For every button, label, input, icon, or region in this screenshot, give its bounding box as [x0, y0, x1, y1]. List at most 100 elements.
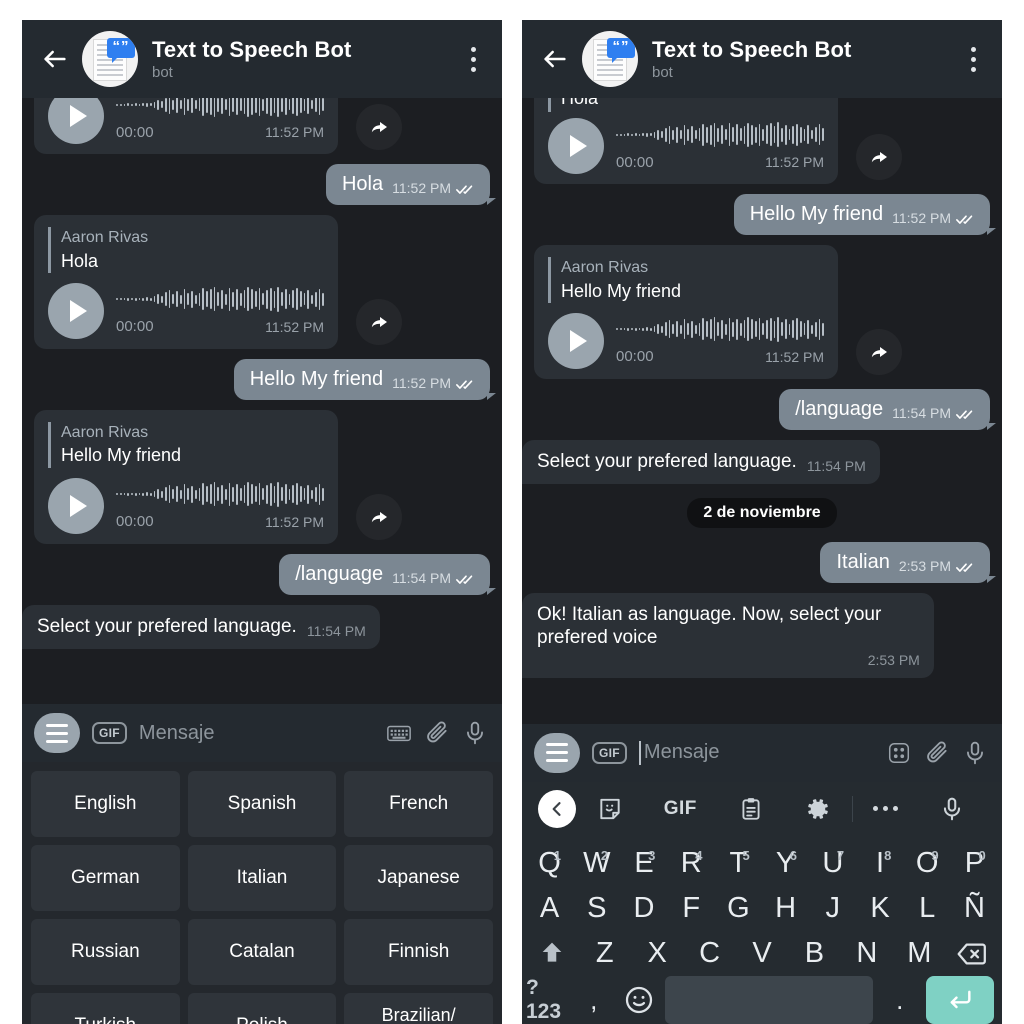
- comma-key[interactable]: ,: [571, 976, 616, 1024]
- key-o[interactable]: O9: [904, 842, 951, 887]
- key-c[interactable]: C: [683, 931, 735, 976]
- chevron-left-icon[interactable]: [538, 789, 576, 828]
- language-button[interactable]: Turkish: [31, 993, 180, 1024]
- keyboard-row-3[interactable]: ZXCVBNM: [526, 931, 998, 976]
- outgoing-bubble[interactable]: /language 11:54 PM: [279, 553, 496, 595]
- keyboard-row-1[interactable]: Q1W2E3R4T5Y6U7I8O9P0: [526, 842, 998, 887]
- key-p[interactable]: P0: [951, 842, 998, 887]
- kebab-menu-icon[interactable]: [958, 39, 988, 79]
- key-d[interactable]: D: [620, 886, 667, 931]
- incoming-bubble[interactable]: Select your prefered language. 11:54 PM: [522, 439, 880, 484]
- avatar[interactable]: “”: [582, 31, 638, 87]
- kebab-menu-icon[interactable]: [458, 39, 488, 79]
- key-l[interactable]: L: [904, 886, 951, 931]
- message-composer-right[interactable]: GIF Mensaje: [522, 723, 1002, 782]
- language-button[interactable]: Spanish: [187, 771, 337, 837]
- language-button[interactable]: Finnish: [344, 919, 493, 985]
- language-button[interactable]: Japanese: [344, 845, 493, 911]
- sticker-icon[interactable]: [576, 789, 643, 829]
- key-v[interactable]: V: [736, 931, 788, 976]
- app-grid-icon[interactable]: [886, 740, 912, 766]
- header-text-block[interactable]: Text to Speech Bot bot: [652, 37, 958, 81]
- forward-button[interactable]: [356, 104, 402, 150]
- key-f[interactable]: F: [668, 886, 715, 931]
- key-q[interactable]: Q1: [526, 842, 573, 887]
- voice-message-card[interactable]: Aaron Rivas Hola 00:00 11:52 PM: [34, 215, 338, 349]
- hamburger-menu-icon[interactable]: [534, 732, 580, 773]
- key-r[interactable]: R4: [668, 842, 715, 887]
- play-button[interactable]: [48, 98, 104, 144]
- chat-message-list-left[interactable]: 00:00 11:52 PM Hola 11:52 PM Aaron Rivas…: [22, 98, 502, 704]
- language-button[interactable]: Italian: [187, 845, 337, 911]
- language-keyboard-panel[interactable]: English Spanish French German Italian Japanes…: [22, 762, 502, 1024]
- outgoing-bubble[interactable]: Hello My friend 11:52 PM: [233, 358, 497, 400]
- key-t[interactable]: T5: [715, 842, 762, 887]
- forward-button[interactable]: [856, 134, 902, 180]
- language-button[interactable]: English: [31, 771, 180, 837]
- voice-player[interactable]: 00:00 11:52 PM: [548, 312, 824, 369]
- play-button[interactable]: [48, 282, 104, 339]
- keyboard-toolbar[interactable]: GIF: [522, 781, 1002, 836]
- microphone-icon[interactable]: [962, 740, 988, 766]
- language-button[interactable]: Polish: [187, 993, 337, 1024]
- key-i[interactable]: I8: [856, 842, 903, 887]
- voice-message-card[interactable]: Aaron Rivas Hello My friend 00:00 11:52 …: [534, 245, 838, 379]
- shift-up-icon[interactable]: [526, 931, 578, 976]
- forward-button[interactable]: [856, 328, 902, 375]
- key-a[interactable]: A: [526, 886, 573, 931]
- key-e[interactable]: E3: [620, 842, 667, 887]
- more-dots-icon[interactable]: [853, 789, 919, 829]
- paperclip-icon[interactable]: [424, 720, 450, 746]
- outgoing-bubble[interactable]: Italian 2:53 PM: [820, 541, 996, 583]
- key-x[interactable]: X: [631, 931, 683, 976]
- voice-player[interactable]: 00:00 11:52 PM: [48, 98, 324, 144]
- gif-button[interactable]: GIF: [592, 741, 627, 764]
- key-y[interactable]: Y6: [762, 842, 809, 887]
- key-w[interactable]: W2: [573, 842, 620, 887]
- outgoing-bubble[interactable]: Hola 11:52 PM: [325, 164, 497, 205]
- voice-message-card[interactable]: 00:00 11:52 PM: [34, 98, 338, 154]
- key-k[interactable]: K: [856, 886, 903, 931]
- hamburger-menu-icon[interactable]: [34, 713, 80, 753]
- play-button[interactable]: [548, 312, 604, 369]
- voice-message-card[interactable]: Hola 00:00 11:52 PM: [534, 98, 838, 184]
- back-arrow-icon[interactable]: [38, 42, 72, 76]
- key-g[interactable]: G: [715, 886, 762, 931]
- key-ñ[interactable]: Ñ: [951, 886, 998, 931]
- language-button-grid[interactable]: English Spanish French German Italian Japanes…: [31, 771, 493, 1024]
- enter-return-icon[interactable]: [922, 976, 998, 1024]
- language-button[interactable]: Brazilian/Portuguese: [344, 993, 493, 1024]
- key-b[interactable]: B: [788, 931, 840, 976]
- message-input[interactable]: Mensaje: [139, 722, 374, 745]
- on-screen-keyboard[interactable]: Q1W2E3R4T5Y6U7I8O9P0 ASDFGHJKLÑ ZXCVBNM …: [522, 835, 1002, 1024]
- avatar[interactable]: “”: [82, 31, 138, 87]
- key-j[interactable]: J: [809, 886, 856, 931]
- message-input[interactable]: Mensaje: [638, 740, 874, 765]
- symbols-key[interactable]: ?123: [526, 976, 571, 1024]
- keyboard-icon[interactable]: [386, 720, 412, 746]
- chat-message-list-right[interactable]: Hola 00:00 11:52 PM Hello My friend 11:5…: [522, 98, 1002, 724]
- period-key[interactable]: .: [877, 976, 922, 1024]
- gif-button[interactable]: GIF: [643, 789, 717, 829]
- space-key[interactable]: [661, 976, 877, 1024]
- voice-message-card[interactable]: Aaron Rivas Hello My friend 00:00 11:52 …: [34, 409, 338, 544]
- language-button[interactable]: German: [31, 845, 180, 911]
- forward-button[interactable]: [356, 298, 402, 345]
- language-button[interactable]: Russian: [31, 919, 180, 985]
- key-m[interactable]: M: [893, 931, 945, 976]
- incoming-bubble[interactable]: Ok! Italian as language. Now, select you…: [522, 592, 934, 679]
- header-text-block[interactable]: Text to Speech Bot bot: [152, 37, 458, 81]
- incoming-bubble[interactable]: Select your prefered language. 11:54 PM: [22, 604, 380, 649]
- voice-player[interactable]: 00:00 11:52 PM: [48, 477, 324, 534]
- key-u[interactable]: U7: [809, 842, 856, 887]
- forward-button[interactable]: [356, 493, 402, 540]
- paperclip-icon[interactable]: [924, 740, 950, 766]
- play-button[interactable]: [548, 118, 604, 174]
- message-composer-left[interactable]: GIF Mensaje: [22, 704, 502, 762]
- key-n[interactable]: N: [841, 931, 893, 976]
- voice-player[interactable]: 00:00 11:52 PM: [548, 118, 824, 174]
- keyboard-row-2[interactable]: ASDFGHJKLÑ: [526, 886, 998, 931]
- voice-player[interactable]: 00:00 11:52 PM: [48, 282, 324, 339]
- gif-button[interactable]: GIF: [92, 722, 127, 744]
- play-button[interactable]: [48, 477, 104, 534]
